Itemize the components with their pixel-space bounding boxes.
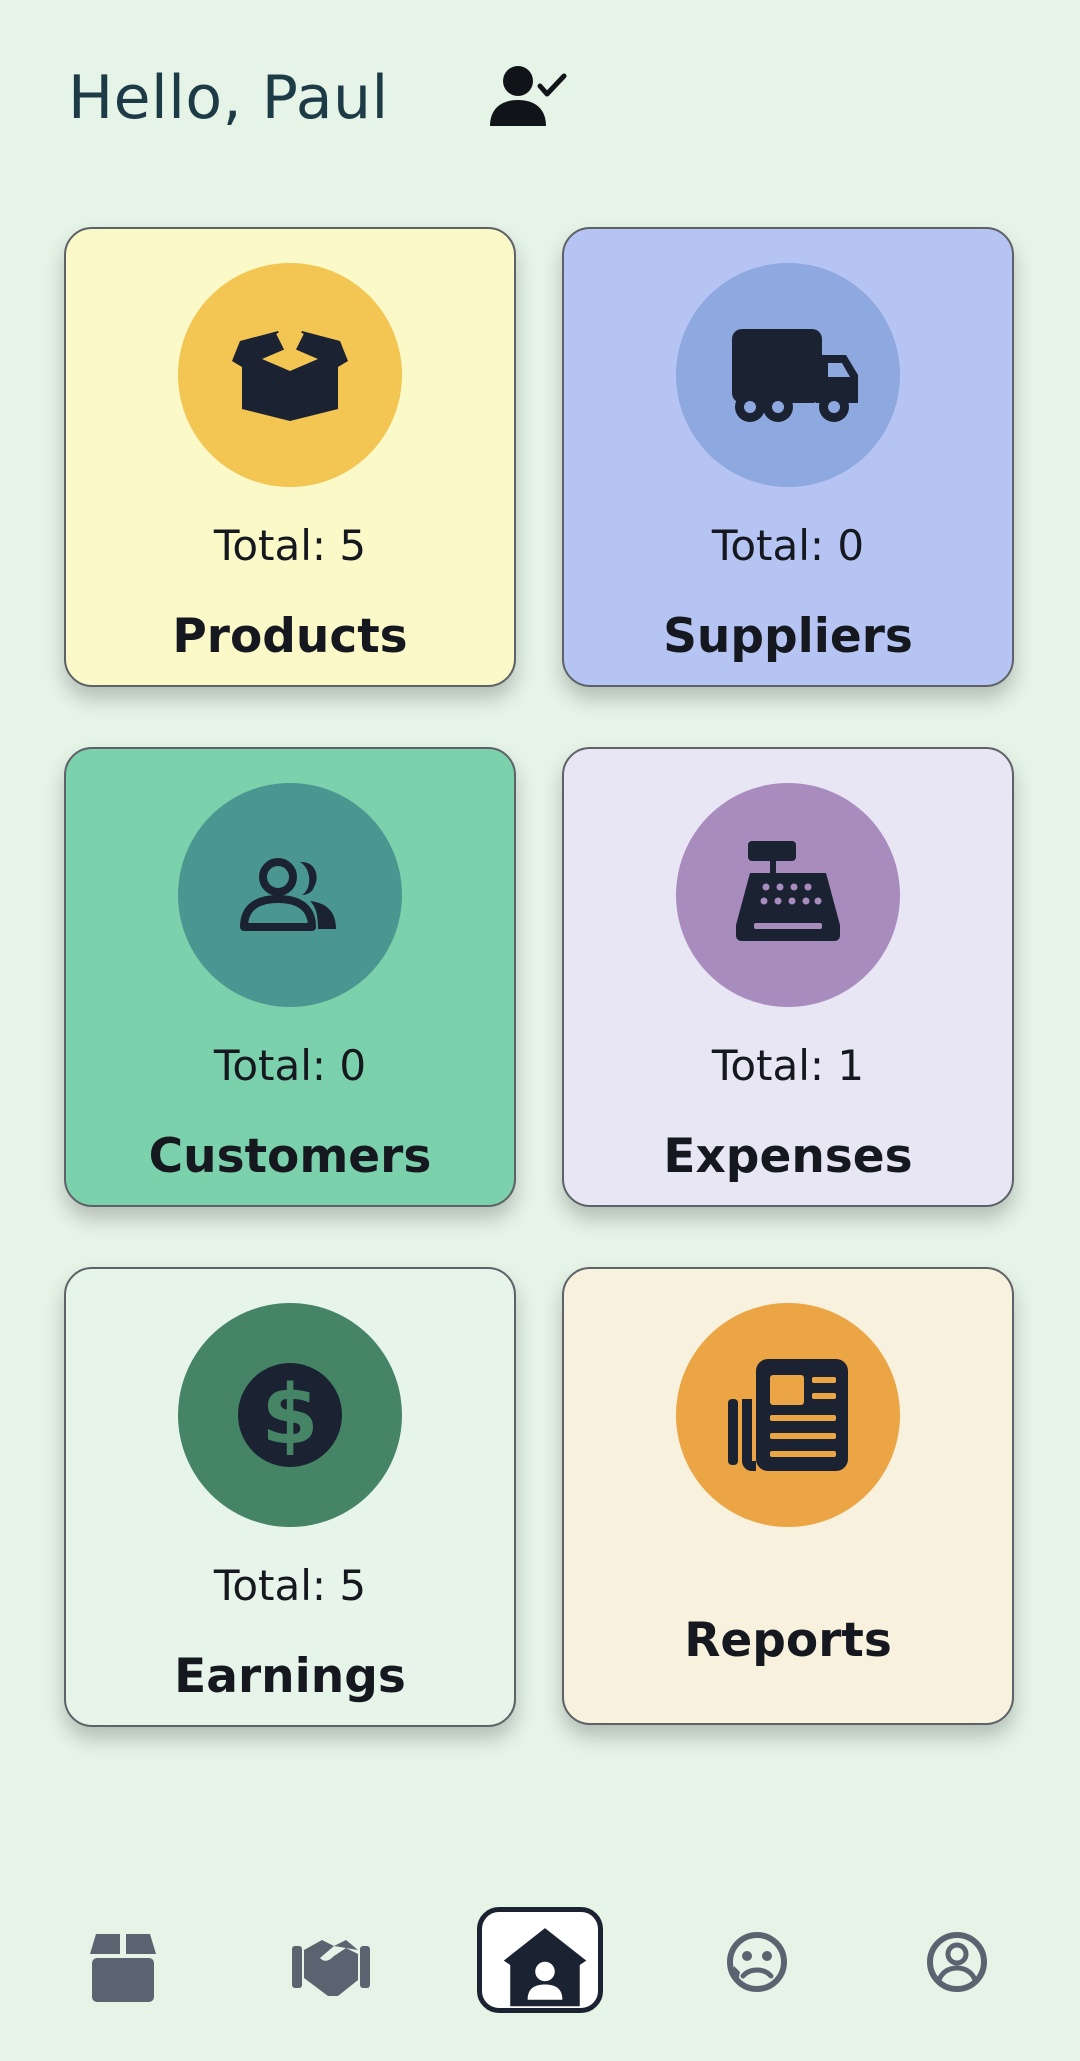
svg-text:$: $ <box>261 1368 318 1463</box>
nav-products[interactable] <box>60 1910 186 2016</box>
customers-label: Customers <box>148 1129 432 1184</box>
newspaper-icon <box>728 1359 848 1471</box>
box-icon <box>90 1934 156 2002</box>
earnings-icon-circle: $ <box>178 1303 402 1527</box>
products-card[interactable]: Total: 5 Products <box>64 227 516 687</box>
open-box-icon <box>232 331 348 421</box>
handshake-icon <box>292 1940 370 1996</box>
nav-home[interactable] <box>477 1907 603 2013</box>
expenses-label: Expenses <box>663 1129 913 1184</box>
products-total: Total: 5 <box>213 521 367 570</box>
sad-face-icon <box>727 1932 787 1992</box>
dollar-icon: $ <box>238 1363 342 1467</box>
header: Hello, Paul <box>68 58 628 138</box>
suppliers-label: Suppliers <box>663 609 913 664</box>
products-icon-circle <box>178 263 402 487</box>
nav-suppliers[interactable] <box>268 1910 394 2016</box>
greeting-text: Hello, Paul <box>68 63 389 133</box>
user-circle-icon <box>927 1932 987 1992</box>
nav-customers[interactable] <box>694 1910 820 2016</box>
suppliers-card[interactable]: Total: 0 Suppliers <box>562 227 1014 687</box>
suppliers-total: Total: 0 <box>711 521 865 570</box>
customers-icon-circle <box>178 783 402 1007</box>
reports-icon-circle <box>676 1303 900 1527</box>
reports-card[interactable]: Reports <box>562 1267 1014 1725</box>
bottom-nav <box>0 1907 1080 2040</box>
expenses-icon-circle <box>676 783 900 1007</box>
earnings-label: Earnings <box>174 1649 406 1704</box>
earnings-card[interactable]: $ Total: 5 Earnings <box>64 1267 516 1727</box>
earnings-total: Total: 5 <box>213 1561 367 1610</box>
expenses-total: Total: 1 <box>711 1041 865 1090</box>
suppliers-icon-circle <box>676 263 900 487</box>
customers-card[interactable]: Total: 0 Customers <box>64 747 516 1207</box>
nav-profile[interactable] <box>894 1910 1020 2016</box>
truck-icon <box>732 329 858 422</box>
products-label: Products <box>172 609 408 664</box>
expenses-card[interactable]: Total: 1 Expenses <box>562 747 1014 1207</box>
customers-total: Total: 0 <box>213 1041 367 1090</box>
user-check-icon[interactable] <box>488 64 574 130</box>
cash-register-icon <box>736 841 840 941</box>
reports-label: Reports <box>684 1613 892 1668</box>
home-user-icon <box>503 1928 587 2007</box>
users-icon <box>240 858 336 931</box>
